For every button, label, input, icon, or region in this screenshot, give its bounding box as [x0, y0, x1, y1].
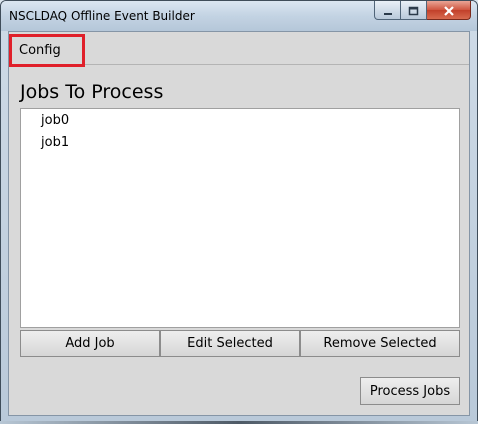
jobs-listbox[interactable]: job0 job1: [20, 108, 460, 328]
edit-selected-button[interactable]: Edit Selected: [160, 330, 300, 357]
minimize-button[interactable]: [374, 1, 401, 20]
close-icon: [443, 1, 455, 20]
remove-selected-button[interactable]: Remove Selected: [300, 330, 460, 357]
window-title: NSCLDAQ Offline Event Builder: [9, 9, 195, 23]
process-jobs-button[interactable]: Process Jobs: [360, 377, 460, 405]
minimize-icon: [383, 1, 393, 20]
close-button[interactable]: [427, 1, 471, 20]
jobs-heading: Jobs To Process: [20, 81, 164, 103]
add-job-button[interactable]: Add Job: [20, 330, 160, 357]
menu-bar: Config: [9, 32, 469, 67]
list-item-job1[interactable]: job1: [41, 135, 69, 150]
window-controls: [374, 1, 471, 21]
menu-config[interactable]: Config: [9, 34, 85, 67]
maximize-icon: [408, 1, 419, 20]
client-area: Config Jobs To Process job0 job1 Add Job…: [8, 31, 470, 416]
maximize-button[interactable]: [401, 1, 427, 20]
app-window: NSCLDAQ Offline Event Builder Config Job…: [0, 0, 478, 424]
title-bar[interactable]: NSCLDAQ Offline Event Builder: [1, 1, 477, 31]
list-item-job0[interactable]: job0: [41, 113, 69, 128]
